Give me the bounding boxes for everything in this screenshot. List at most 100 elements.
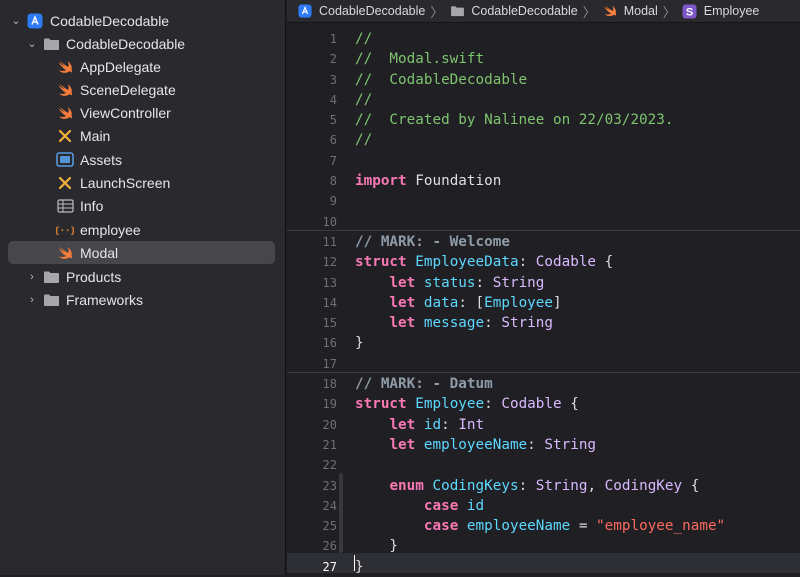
code-token: let	[389, 436, 416, 453]
folder-icon	[42, 292, 60, 308]
code-line[interactable]: }	[355, 333, 800, 353]
code-line[interactable]: let status: String	[355, 273, 800, 293]
code-line[interactable]: struct EmployeeData: Codable {	[355, 252, 800, 272]
code-line[interactable]: case id	[355, 496, 800, 516]
code-line[interactable]: import Foundation	[355, 171, 800, 191]
code-line[interactable]: ​	[355, 191, 800, 211]
chevron-down-icon[interactable]: ⌄	[10, 14, 22, 27]
nav-file-label: Info	[80, 198, 104, 215]
nav-file-info[interactable]: Info	[0, 195, 285, 218]
code-fold-ribbon[interactable]	[339, 473, 343, 553]
code-line[interactable]: ​	[355, 354, 800, 374]
nav-folder-products[interactable]: › Products	[0, 265, 285, 288]
line-number: 1	[329, 32, 337, 46]
code-line[interactable]: // CodableDecodable	[355, 70, 800, 90]
code-token: }	[355, 335, 364, 352]
code-line[interactable]: let employeeName: String	[355, 435, 800, 455]
line-number: 3	[329, 72, 337, 87]
code-line[interactable]: }	[355, 557, 800, 577]
code-line[interactable]: //	[355, 90, 800, 110]
folder-icon	[448, 3, 466, 19]
code-line[interactable]: let id: Int	[355, 415, 800, 435]
code-line[interactable]: // MARK: - Welcome	[355, 232, 800, 252]
nav-folder-frameworks[interactable]: › Frameworks	[0, 288, 285, 311]
code-line[interactable]: //	[355, 29, 800, 49]
code-token: :	[484, 315, 502, 332]
code-token: :	[518, 254, 536, 271]
swift-file-icon	[601, 3, 619, 19]
code-line[interactable]: }	[355, 536, 800, 556]
code-token: EmployeeData	[415, 254, 519, 271]
code-line[interactable]: case employeeName = "employee_name"	[355, 516, 800, 536]
line-number: 10	[322, 214, 337, 229]
breadcrumb-file[interactable]: Modal	[601, 3, 658, 19]
nav-file-assets[interactable]: Assets	[0, 148, 285, 171]
svg-text:{··}: {··}	[56, 226, 74, 236]
line-number: 6	[329, 133, 337, 148]
chevron-right-icon[interactable]: ›	[26, 271, 38, 283]
nav-file-main[interactable]: Main	[0, 125, 285, 148]
plist-icon	[56, 198, 74, 214]
struct-symbol-icon: S	[681, 3, 699, 19]
nav-project-row[interactable]: ⌄ CodableDecodable	[0, 9, 285, 32]
chevron-right-icon[interactable]: ›	[26, 294, 38, 306]
code-line[interactable]: enum CodingKeys: String, CodingKey {	[355, 476, 800, 496]
nav-file-viewcontroller[interactable]: ViewController	[0, 102, 285, 125]
code-line[interactable]: let data: [Employee]	[355, 293, 800, 313]
nav-project-label: CodableDecodable	[50, 12, 170, 29]
breadcrumb-group[interactable]: CodableDecodable	[448, 3, 578, 19]
code-token: employeeName	[466, 518, 571, 535]
line-number: 17	[322, 356, 337, 371]
code-token: Codable	[535, 254, 597, 271]
breadcrumb-label: Employee	[703, 4, 760, 18]
code-token: //	[355, 132, 373, 149]
code-line[interactable]: // MARK: - Datum	[355, 374, 800, 394]
swift-file-icon	[56, 105, 74, 121]
code-line[interactable]: struct Employee: Codable {	[355, 394, 800, 414]
code-line[interactable]: ​	[355, 455, 800, 475]
source-editor[interactable]: CodableDecodable 〉 CodableDecodable 〉 Mo…	[287, 0, 800, 575]
code-token: // Created by Nalinee on 22/03/2023.	[355, 112, 674, 129]
code-text[interactable]: // // Modal.swift // CodableDecodable // // …	[355, 29, 800, 577]
code-line[interactable]: ​	[355, 212, 800, 232]
code-token: {	[561, 396, 579, 413]
nav-file-launchscreen[interactable]: LaunchScreen	[0, 172, 285, 195]
line-number: 11	[322, 234, 337, 249]
code-token: case	[423, 497, 459, 514]
line-number: 5	[329, 113, 337, 128]
code-line[interactable]: // Created by Nalinee on 22/03/2023.	[355, 110, 800, 130]
chevron-right-icon: 〉	[582, 4, 596, 20]
chevron-down-icon[interactable]: ⌄	[26, 37, 38, 50]
nav-file-label: AppDelegate	[80, 58, 161, 75]
line-number: 16	[322, 336, 337, 351]
code-line[interactable]: //	[355, 130, 800, 150]
nav-file-label: ViewController	[80, 105, 171, 122]
nav-file-employee[interactable]: {··} employee	[0, 218, 285, 241]
folder-icon	[42, 269, 60, 285]
code-token: case	[423, 518, 459, 535]
code-token: : [	[458, 294, 485, 311]
code-token: data	[423, 294, 459, 311]
code-token: String	[492, 274, 545, 291]
nav-file-appdelegate[interactable]: AppDelegate	[0, 55, 285, 78]
code-line[interactable]: let message: String	[355, 313, 800, 333]
nav-group-row[interactable]: ⌄ CodableDecodable	[0, 32, 285, 55]
nav-file-modal[interactable]: Modal	[8, 241, 275, 265]
code-token: "employee_name"	[596, 518, 726, 535]
code-line[interactable]: // Modal.swift	[355, 49, 800, 69]
code-token: =	[570, 518, 597, 535]
breadcrumb-project[interactable]: CodableDecodable	[296, 3, 425, 19]
nav-folder-label: Products	[66, 268, 122, 285]
code-line[interactable]: ​	[355, 151, 800, 171]
nav-file-scenedelegate[interactable]: SceneDelegate	[0, 78, 285, 101]
line-number: 4	[329, 92, 337, 107]
breadcrumb-symbol[interactable]: S Employee	[681, 3, 760, 19]
